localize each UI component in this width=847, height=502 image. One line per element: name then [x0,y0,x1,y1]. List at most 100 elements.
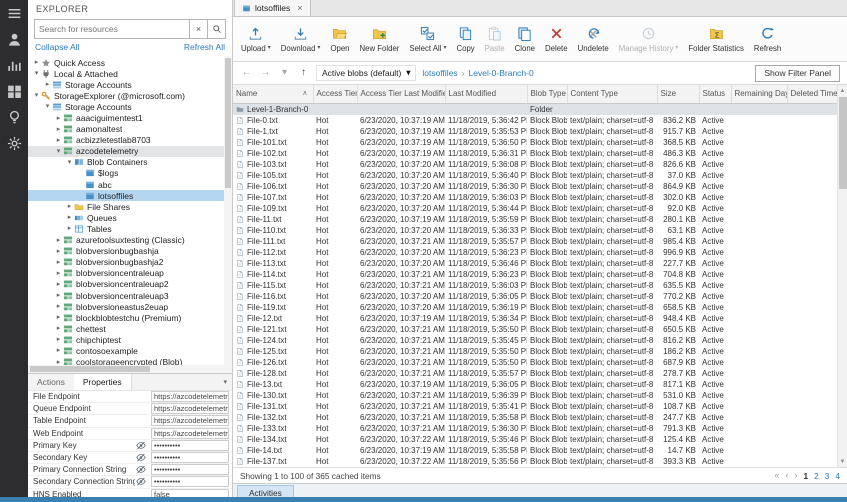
tree-item-acbizzletestlab8703[interactable]: ▸ acbizzletestlab8703 [28,135,232,146]
chevron-collapsed-icon[interactable]: ▸ [54,303,63,310]
chevron-collapsed-icon[interactable]: ▸ [32,59,41,66]
chevron-collapsed-icon[interactable]: ▸ [65,225,74,232]
refresh-button[interactable]: Refresh [749,19,786,60]
row-file-116-txt[interactable]: File-116.txt Hot 6/23/2020, 10:37:20 AM 11/… [233,291,837,302]
back-icon[interactable]: ← [240,68,253,78]
reveal-value-icon[interactable] [135,452,149,463]
page-3[interactable]: 3 [825,471,830,481]
chevron-collapsed-icon[interactable]: ▸ [54,325,63,332]
feedback-icon[interactable] [6,109,23,126]
chevron-collapsed-icon[interactable]: ▸ [43,81,52,88]
tree-item-azcodetelemetry[interactable]: ▾ azcodetelemetry [28,145,232,157]
chevron-collapsed-icon[interactable]: ▸ [54,259,63,266]
new-folder-button[interactable]: New Folder [355,19,405,60]
property-value[interactable]: •••••••••• [151,464,229,476]
row-file-112-txt[interactable]: File-112.txt Hot 6/23/2020, 10:37:20 AM 11/… [233,247,837,258]
row-file-119-txt[interactable]: File-119.txt Hot 6/23/2020, 10:37:20 AM 11/… [233,302,837,313]
tab-lotsoffiles[interactable]: lotsoffiles × [234,0,311,16]
tree-item-aaaciguimentest1[interactable]: ▸ aaaciguimentest1 [28,112,232,123]
tree-scrollbar[interactable] [224,56,232,365]
chevron-collapsed-icon[interactable]: ▸ [54,336,63,343]
property-value[interactable]: •••••••••• [151,452,229,464]
tree-item-chipchiptest[interactable]: ▸ chipchiptest [28,334,232,345]
row-file-12-txt[interactable]: File-12.txt Hot 6/23/2020, 10:37:19 AM 11/1… [233,313,837,324]
copy-button[interactable]: Copy [451,19,479,60]
scroll-down-icon[interactable]: ▼ [838,456,847,467]
tree-item-aamonaltest[interactable]: ▸ aamonaltest [28,124,232,135]
activity-log-icon[interactable] [6,57,23,74]
chevron-collapsed-icon[interactable]: ▸ [54,137,63,144]
column-header-access-tier[interactable]: Access Tier [313,85,358,104]
emulator-icon[interactable] [6,83,23,100]
tree-item-azuretoolsuxtesting-classic[interactable]: ▸ azuretoolsuxtesting (Classic) [28,235,232,246]
scroll-up-icon[interactable]: ▲ [838,85,847,96]
row-file-102-txt[interactable]: File-102.txt Hot 6/23/2020, 10:37:19 AM 11/… [233,148,837,159]
chevron-collapsed-icon[interactable]: ▸ [54,281,63,288]
chevron-collapsed-icon[interactable]: ▸ [65,203,74,210]
row-file-133-txt[interactable]: File-133.txt Hot 6/23/2020, 10:37:21 AM 11/… [233,423,837,434]
clear-search-icon[interactable]: × [190,19,208,39]
tree-item-local-attached[interactable]: ▾ Local & Attached [28,68,232,79]
chevron-collapsed-icon[interactable]: ▸ [54,248,63,255]
breadcrumb-lotsoffiles[interactable]: lotsoffiles [422,68,457,78]
chevron-expanded-icon[interactable]: ▾ [32,70,41,77]
tree-item-storage-accounts[interactable]: ▾ Storage Accounts [28,101,232,112]
account-icon[interactable] [6,31,23,48]
row-file-121-txt[interactable]: File-121.txt Hot 6/23/2020, 10:37:21 AM 11/… [233,324,837,335]
column-header-blob-type[interactable]: Blob Type [527,85,568,104]
undelete-button[interactable]: Undelete [573,19,614,60]
tree-item-coolstorageencrypted-blob[interactable]: ▸ coolstorageencrypted (Blob) [28,357,232,365]
tree-item-chettest[interactable]: ▸ chettest [28,323,232,334]
tree-item-blobversionbugbashja2[interactable]: ▸ blobversionbugbashja2 [28,257,232,268]
settings-icon[interactable] [6,135,23,152]
chevron-collapsed-icon[interactable]: ▸ [65,214,74,221]
collapse-panel-icon[interactable]: ▾ [223,378,227,386]
folder-statistics-button[interactable]: Σ Folder Statistics [683,19,748,60]
row-file-137-txt[interactable]: File-137.txt Hot 6/23/2020, 10:37:22 AM 11/… [233,456,837,467]
row-file-130-txt[interactable]: File-130.txt Hot 6/23/2020, 10:37:21 AM 11/… [233,390,837,401]
chevron-collapsed-icon[interactable]: ▸ [54,292,63,299]
row-file-106-txt[interactable]: File-106.txt Hot 6/23/2020, 10:37:20 AM 11/… [233,181,837,192]
reveal-value-icon[interactable] [135,476,149,487]
chevron-collapsed-icon[interactable]: ▸ [54,314,63,321]
tree-hscroll-thumb[interactable] [30,366,150,372]
reveal-value-icon[interactable] [135,440,149,451]
row-file-124-txt[interactable]: File-124.txt Hot 6/23/2020, 10:37:21 AM 11/… [233,335,837,346]
chevron-expanded-icon[interactable]: ▾ [43,103,52,110]
column-header-last-modified[interactable]: Last Modified [445,85,528,104]
property-value[interactable]: •••••••••• [151,476,229,488]
delete-button[interactable]: Delete [540,19,573,60]
tree-item-blob-containers[interactable]: ▾ Blob Containers [28,157,232,168]
column-header-remaining-days[interactable]: Remaining Days [731,85,788,104]
forward-icon[interactable]: → [259,68,272,78]
search-input[interactable] [34,19,190,39]
tree-scrollbar-thumb[interactable] [225,58,231,188]
tree-item-storage-accounts[interactable]: ▸ Storage Accounts [28,79,232,90]
tree-item-blobversioncentraleuap[interactable]: ▸ blobversioncentraleuap [28,268,232,279]
property-value[interactable]: https://azcodetelemetry.table.c [151,415,229,427]
search-icon[interactable] [208,19,226,39]
tree-item-blockblobtestchu-premium[interactable]: ▸ blockblobtestchu (Premium) [28,312,232,323]
row-file-105-txt[interactable]: File-105.txt Hot 6/23/2020, 10:37:20 AM 11/… [233,170,837,181]
column-header-status[interactable]: Status [699,85,732,104]
up-icon[interactable]: ↑ [297,68,310,78]
chevron-collapsed-icon[interactable]: ▸ [54,270,63,277]
row-file-132-txt[interactable]: File-132.txt Hot 6/23/2020, 10:37:21 AM 11/… [233,412,837,423]
row-file-111-txt[interactable]: File-111.txt Hot 6/23/2020, 10:37:21 AM 11/… [233,236,837,247]
chevron-collapsed-icon[interactable]: ▸ [54,237,63,244]
history-dropdown-icon[interactable]: ▾ [278,68,291,78]
open-button[interactable]: Open [325,19,354,60]
page-4[interactable]: 4 [835,471,840,481]
tree-horizontal-scrollbar[interactable] [28,365,232,373]
row-file-1-txt[interactable]: File-1.txt Hot 6/23/2020, 10:37:19 AM 11/18… [233,126,837,137]
tree-item-blobversioncentraleuap2[interactable]: ▸ blobversioncentraleuap2 [28,279,232,290]
row-file-131-txt[interactable]: File-131.txt Hot 6/23/2020, 10:37:21 AM 11/… [233,401,837,412]
column-header-content-type[interactable]: Content Type [567,85,658,104]
close-tab-icon[interactable]: × [297,3,302,13]
row-file-13-txt[interactable]: File-13.txt Hot 6/23/2020, 10:37:19 AM 11/1… [233,379,837,390]
row-file-125-txt[interactable]: File-125.txt Hot 6/23/2020, 10:37:21 AM 11/… [233,346,837,357]
reveal-value-icon[interactable] [135,464,149,475]
panel-tab-actions[interactable]: Actions [28,374,74,390]
table-scrollbar[interactable]: ▲ ▼ [837,85,847,467]
row-file-11-txt[interactable]: File-11.txt Hot 6/23/2020, 10:37:19 AM 11/1… [233,214,837,225]
